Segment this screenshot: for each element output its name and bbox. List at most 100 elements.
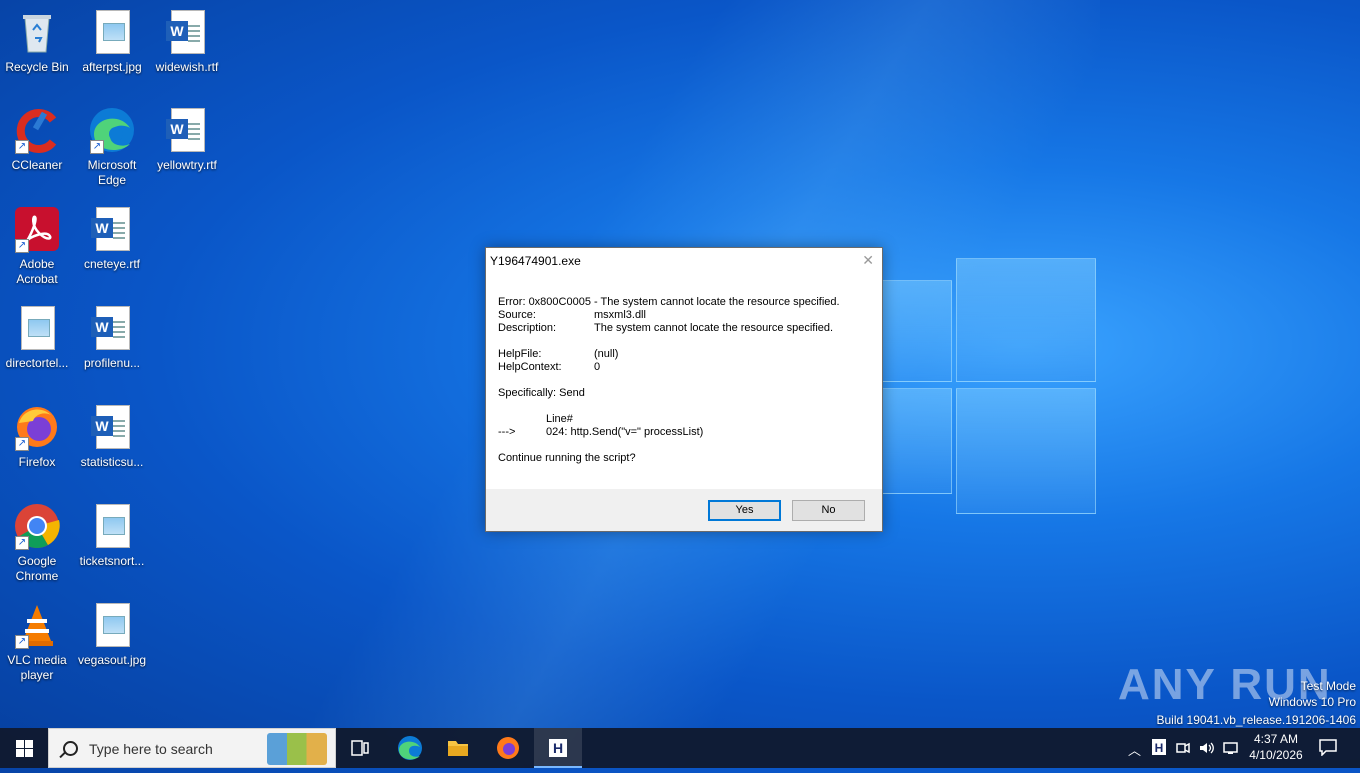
windows-logo-wallpaper	[880, 258, 1096, 514]
desktop-icon-ticketsnort[interactable]: ticketsnort...	[75, 502, 149, 569]
line-value: 024: http.Send("v=" processList)	[546, 426, 704, 438]
image-file-icon	[88, 502, 136, 550]
taskbar-firefox-button[interactable]	[484, 728, 532, 768]
desktop-icon-label: Google Chrome	[15, 554, 59, 583]
continue-question: Continue running the script?	[498, 452, 636, 464]
desktop-icon-vegasout[interactable]: vegasout.jpg	[75, 601, 149, 668]
show-hidden-icons-chevron-up-icon[interactable]: ︿	[1128, 740, 1141, 759]
source-value: msxml3.dll	[594, 309, 646, 321]
desktop-icon-afterpst[interactable]: afterpst.jpg	[75, 8, 149, 75]
word-document-icon: W	[88, 304, 136, 352]
windows-edition-text: Windows 10 Pro	[1268, 695, 1356, 709]
edge-icon: ↗	[88, 106, 136, 154]
desktop-icon-label: yellowtry.rtf	[157, 158, 217, 172]
script-error-dialog: Y196474901.exe ✕ Error: 0x800C0005 - The…	[485, 247, 883, 532]
taskbar-active-app-button[interactable]: H	[534, 728, 582, 768]
desktop-icon-firefox[interactable]: ↗ Firefox	[0, 403, 74, 470]
desktop-icon-label: Firefox	[18, 455, 56, 469]
desktop-icon-label: Recycle Bin	[5, 60, 69, 74]
shortcut-arrow-icon: ↗	[15, 437, 29, 451]
network-icon[interactable]	[1222, 740, 1240, 759]
desktop-icon-label: widewish.rtf	[155, 60, 219, 74]
search-icon	[63, 741, 78, 756]
firefox-icon: ↗	[13, 403, 61, 451]
desktop-icon-microsoft-edge[interactable]: ↗ Microsoft Edge	[75, 106, 149, 188]
desktop-icon-adobe-acrobat[interactable]: ↗ Adobe Acrobat	[0, 205, 74, 287]
desktop-icon-label: Microsoft Edge	[87, 158, 137, 187]
desktop-icon-label: statisticsu...	[80, 455, 144, 469]
desktop-icon-label: profilenu...	[83, 356, 141, 370]
desktop-icon-statisticsu[interactable]: W statisticsu...	[75, 403, 149, 470]
word-document-icon: W	[163, 8, 211, 56]
error-label: Error:	[498, 296, 526, 308]
image-file-icon	[88, 601, 136, 649]
description-label: Description:	[498, 322, 557, 334]
shortcut-arrow-icon: ↗	[15, 140, 29, 154]
taskbar-search-box[interactable]: Type here to search	[48, 728, 336, 768]
desktop-icon-label: CCleaner	[11, 158, 63, 172]
tray-script-host-icon[interactable]: H	[1152, 739, 1166, 758]
desktop-icon-label: ticketsnort...	[79, 554, 145, 568]
test-mode-text: Test Mode	[1300, 679, 1356, 693]
image-file-icon	[13, 304, 61, 352]
error-value: 0x800C0005 - The system cannot locate th…	[528, 296, 840, 308]
dialog-title: Y196474901.exe	[490, 254, 581, 268]
desktop-icon-label: cneteye.rtf	[83, 257, 141, 271]
desktop-icon-profilenu[interactable]: W profilenu...	[75, 304, 149, 371]
desktop-icon-ccleaner[interactable]: ↗ CCleaner	[0, 106, 74, 173]
recycle-bin-icon	[13, 8, 61, 56]
chrome-icon: ↗	[13, 502, 61, 550]
start-button[interactable]	[0, 728, 48, 768]
ccleaner-icon: ↗	[13, 106, 61, 154]
desktop-icon-directortel[interactable]: directortel...	[0, 304, 74, 371]
taskbar-edge-button[interactable]	[386, 728, 434, 768]
shortcut-arrow-icon: ↗	[15, 536, 29, 550]
folder-icon	[448, 741, 468, 756]
source-label: Source:	[498, 309, 536, 321]
search-placeholder: Type here to search	[89, 741, 213, 757]
shortcut-arrow-icon: ↗	[15, 239, 29, 253]
desktop-icon-widewish[interactable]: W widewish.rtf	[150, 8, 224, 75]
desktop-icon-google-chrome[interactable]: ↗ Google Chrome	[0, 502, 74, 584]
no-button[interactable]: No	[792, 500, 865, 521]
search-highlight-image	[267, 733, 327, 765]
task-view-button[interactable]	[336, 728, 384, 768]
specifically-text: Specifically: Send	[498, 387, 585, 399]
volume-icon[interactable]	[1198, 740, 1216, 759]
firefox-icon	[497, 737, 519, 759]
dialog-button-bar: Yes No	[486, 489, 882, 531]
build-text: Build 19041.vb_release.191206-1406	[1156, 713, 1357, 727]
dialog-message: Error: 0x800C0005 - The system cannot lo…	[498, 296, 868, 465]
word-document-icon: W	[88, 403, 136, 451]
script-host-icon: H	[549, 739, 567, 757]
svg-text:H: H	[1155, 741, 1164, 755]
helpcontext-label: HelpContext:	[498, 361, 562, 373]
taskbar-file-explorer-button[interactable]	[434, 728, 482, 768]
desktop-icon-label: vegasout.jpg	[77, 653, 147, 667]
vlc-icon: ↗	[13, 601, 61, 649]
meet-now-icon[interactable]	[1176, 740, 1190, 759]
action-center-notification-icon[interactable]	[1318, 738, 1338, 759]
desktop-icon-yellowtry[interactable]: W yellowtry.rtf	[150, 106, 224, 173]
helpcontext-value: 0	[594, 361, 601, 373]
yes-button[interactable]: Yes	[708, 500, 781, 521]
taskbar-clock[interactable]: 4:37 AM 4/10/2026	[1245, 731, 1307, 763]
clock-date: 4/10/2026	[1249, 748, 1303, 762]
desktop-icon-label: directortel...	[5, 356, 69, 370]
description-value: The system cannot locate the resource sp…	[594, 322, 834, 334]
clock-time: 4:37 AM	[1253, 732, 1299, 746]
helpfile-label: HelpFile:	[498, 348, 542, 360]
image-file-icon	[88, 8, 136, 56]
desktop-icon-label: VLC media player	[7, 653, 67, 682]
taskbar: Type here to search H ︿ H 4:37 AM 4/10/2…	[0, 728, 1360, 768]
task-view-icon	[351, 740, 369, 756]
desktop-icon-vlc[interactable]: ↗ VLC media player	[0, 601, 74, 683]
line-arrow: --->	[498, 426, 516, 438]
shortcut-arrow-icon: ↗	[90, 140, 104, 154]
edge-icon	[398, 736, 422, 760]
word-document-icon: W	[163, 106, 211, 154]
close-icon[interactable]: ✕	[862, 252, 874, 269]
desktop-icon-recycle-bin[interactable]: Recycle Bin	[0, 8, 74, 75]
desktop-icon-cneteye[interactable]: W cneteye.rtf	[75, 205, 149, 272]
svg-text:H: H	[553, 740, 563, 756]
